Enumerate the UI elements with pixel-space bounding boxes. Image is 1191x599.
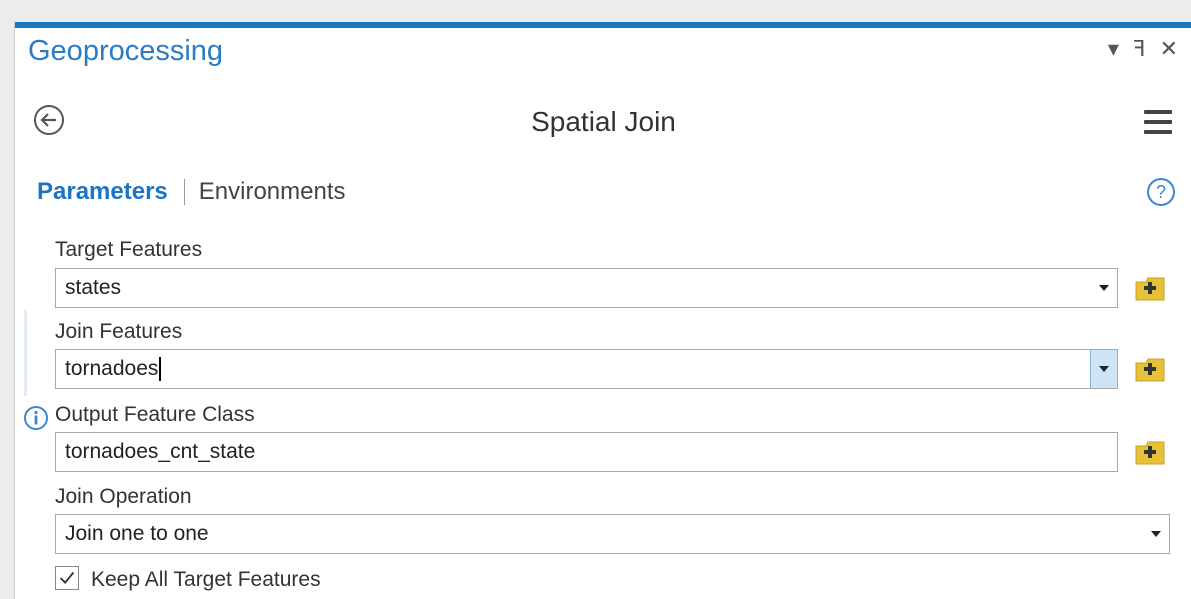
output-feature-class-label: Output Feature Class xyxy=(55,403,255,426)
add-data-folder-icon[interactable] xyxy=(1134,274,1166,302)
chevron-down-icon[interactable] xyxy=(1091,269,1117,307)
join-features-label: Join Features xyxy=(55,320,183,343)
close-icon[interactable]: ✕ xyxy=(1160,36,1178,62)
keep-all-target-features-checkbox[interactable] xyxy=(55,566,79,590)
help-icon[interactable]: ? xyxy=(1146,177,1176,207)
chevron-down-icon[interactable] xyxy=(1090,350,1117,388)
add-data-folder-icon[interactable] xyxy=(1134,355,1166,383)
parameter-tabs: Parameters Environments xyxy=(37,178,346,206)
pane-menu-dropdown-icon[interactable]: ▾ xyxy=(1108,36,1119,62)
join-operation-dropdown[interactable]: Join one to one xyxy=(55,514,1170,554)
keep-all-target-features-label: Keep All Target Features xyxy=(91,568,321,591)
pane-accent-bar xyxy=(15,22,1191,28)
target-features-dropdown[interactable]: states xyxy=(55,268,1118,308)
join-operation-label: Join Operation xyxy=(55,485,192,508)
target-features-value: states xyxy=(65,276,122,299)
info-icon[interactable] xyxy=(23,405,49,431)
join-features-dropdown[interactable]: tornadoes xyxy=(55,349,1118,389)
add-data-folder-icon[interactable] xyxy=(1134,438,1166,466)
tab-environments[interactable]: Environments xyxy=(199,178,346,206)
output-feature-class-value: tornadoes_cnt_state xyxy=(65,440,256,463)
svg-text:?: ? xyxy=(1156,182,1166,202)
chevron-down-icon[interactable] xyxy=(1143,515,1169,553)
hamburger-menu-icon[interactable] xyxy=(1144,110,1172,134)
tab-parameters[interactable]: Parameters xyxy=(37,178,168,206)
window-controls: ▾ ꟻ ✕ xyxy=(1108,36,1178,62)
text-cursor xyxy=(159,357,162,382)
active-parameter-highlight xyxy=(24,310,27,396)
output-feature-class-input[interactable]: tornadoes_cnt_state xyxy=(55,432,1118,472)
pin-icon[interactable]: ꟻ xyxy=(1133,36,1146,62)
join-features-value: tornadoes xyxy=(65,357,159,380)
target-features-label: Target Features xyxy=(55,238,203,261)
join-operation-value: Join one to one xyxy=(65,522,209,545)
pane-title: Geoprocessing xyxy=(28,35,224,67)
tab-divider xyxy=(183,179,185,205)
geoprocessing-pane: Geoprocessing ▾ ꟻ ✕ Spatial Join Paramet… xyxy=(14,22,1191,599)
tool-title: Spatial Join xyxy=(531,106,676,137)
